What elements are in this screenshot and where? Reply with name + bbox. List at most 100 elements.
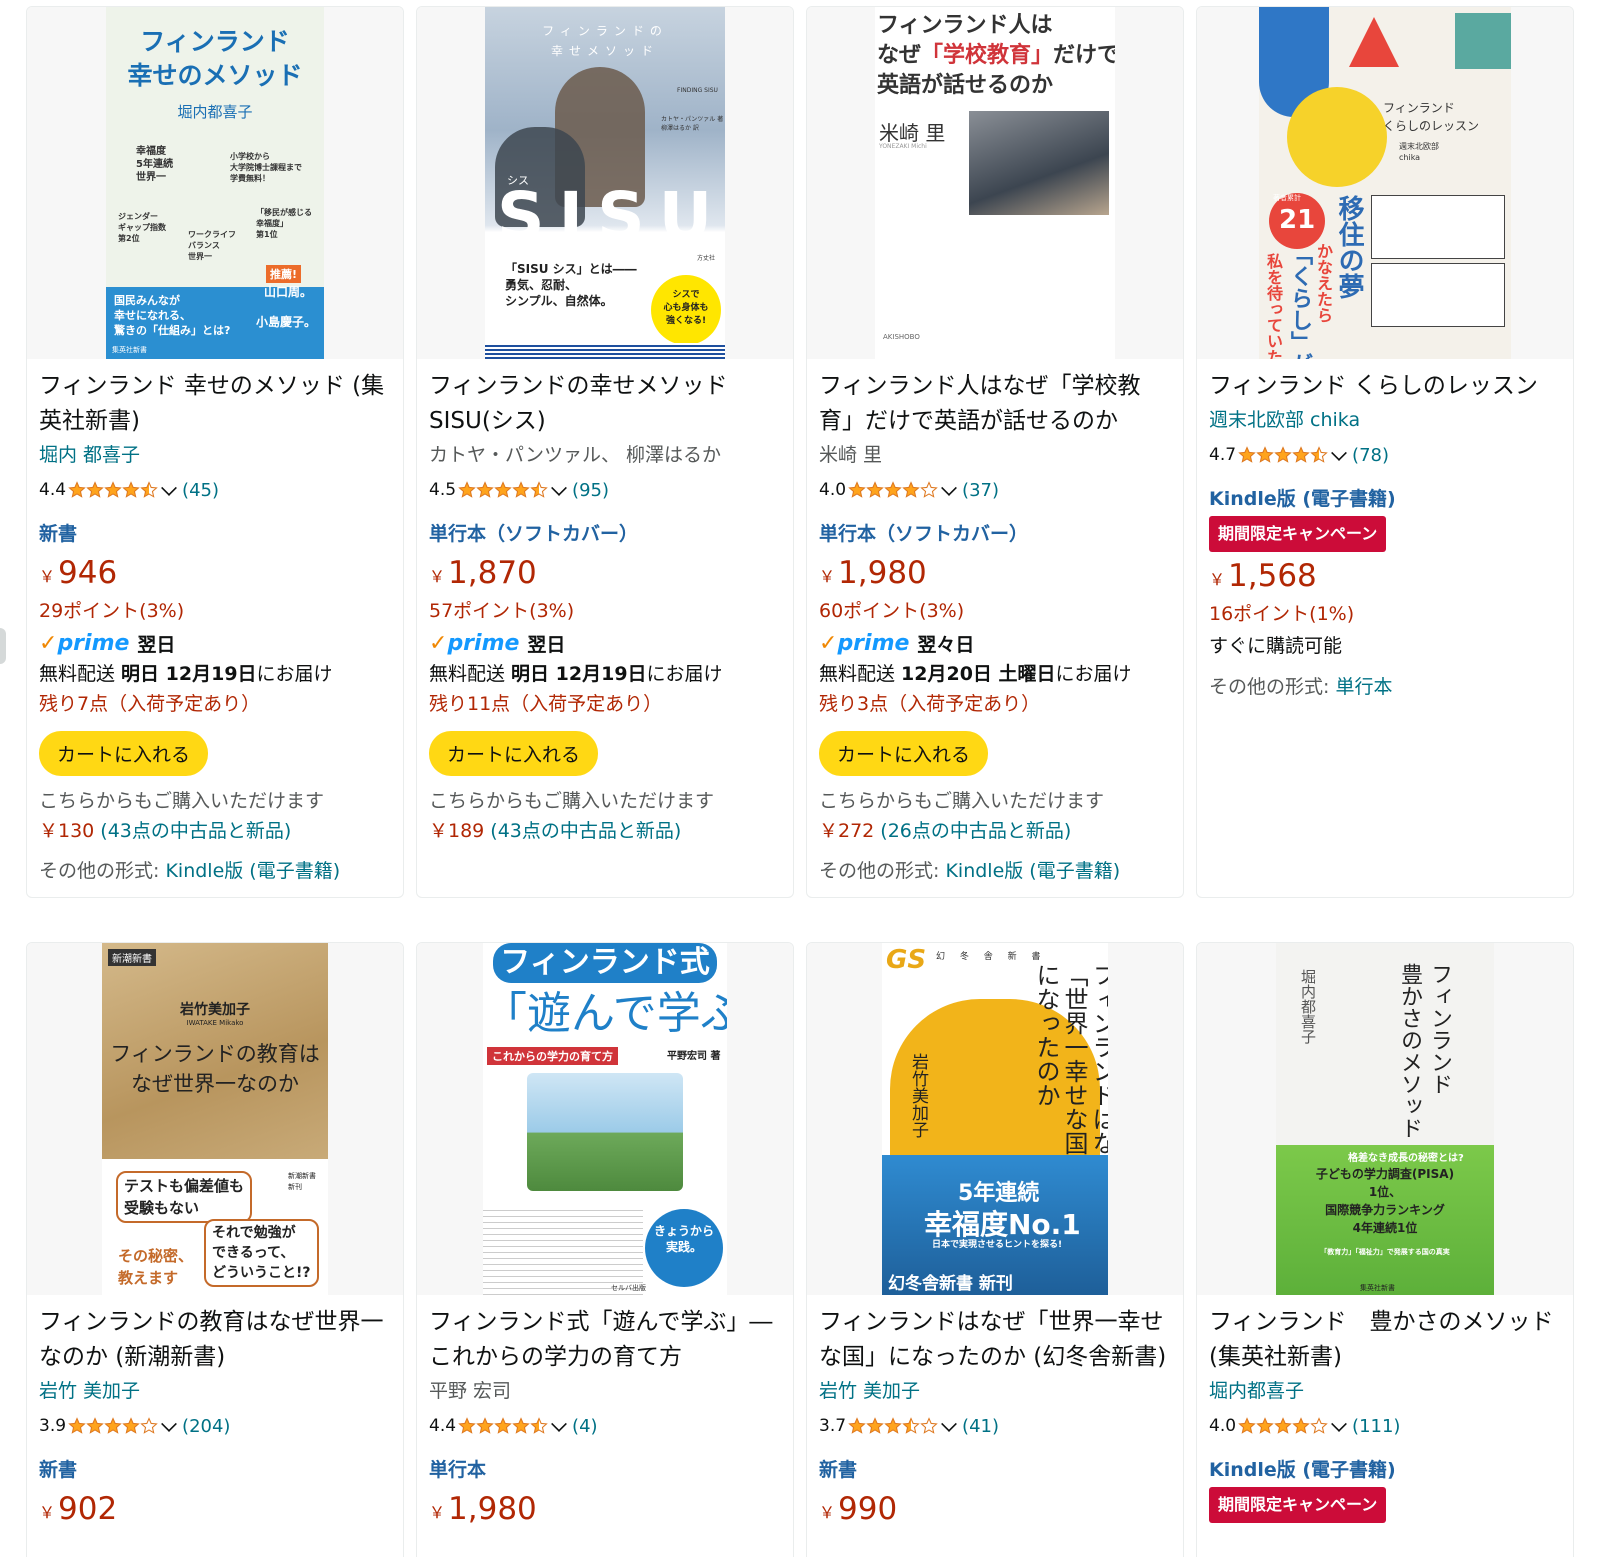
product-title[interactable]: フィンランド くらしのレッスン <box>1209 369 1561 404</box>
product-title[interactable]: フィンランドの教育はなぜ世界一なのか (新潮新書) <box>39 1305 391 1375</box>
product-title[interactable]: フィンランド式「遊んで学ぶ」―これからの学力の育て方 <box>429 1305 781 1375</box>
cover-recommend-tag: 推薦! <box>266 265 302 283</box>
format-link[interactable]: 新書 <box>819 1455 1171 1485</box>
delivery-date: 明日 12月19日 <box>121 663 257 685</box>
price[interactable]: ￥1,568 <box>1209 554 1561 598</box>
price[interactable]: ￥1,980 <box>819 551 1171 595</box>
yen-symbol: ￥ <box>819 1503 836 1522</box>
product-card: GS 幻 冬 舎 新 書 フィンランドはなぜ 「世界一幸せな国」 になったのか … <box>806 942 1184 1557</box>
chevron-down-icon[interactable] <box>551 1416 567 1432</box>
chevron-down-icon[interactable] <box>1331 445 1347 461</box>
product-image-area[interactable]: フィンランド 豊かさのメソッド 堀内都喜子 格差なき成長の秘密とは? 子どもの学… <box>1197 943 1573 1295</box>
other-format-link[interactable]: Kindle版 (電子書籍) <box>165 860 340 882</box>
format-link[interactable]: 単行本（ソフトカバー） <box>819 519 1171 549</box>
book-cover-image[interactable]: フィンランド式 「遊んで学ぶ」 これからの学力の育て方 平野宏司 著 きょうから… <box>483 943 727 1295</box>
format-link[interactable]: 単行本（ソフトカバー） <box>429 519 781 549</box>
star-rating-icon[interactable] <box>848 1417 938 1435</box>
chevron-down-icon[interactable] <box>161 1416 177 1432</box>
book-cover-image[interactable]: GS 幻 冬 舎 新 書 フィンランドはなぜ 「世界一幸せな国」 になったのか … <box>882 943 1108 1295</box>
product-title[interactable]: フィンランド 幸せのメソッド (集英社新書) <box>39 369 391 439</box>
other-format-link[interactable]: 単行本 <box>1335 676 1392 698</box>
review-count-link[interactable]: (111) <box>1352 1416 1400 1437</box>
used-new-offers-link[interactable]: ￥130 (43点の中古品と新品) <box>39 816 391 846</box>
product-image-area[interactable]: フィンランド 幸せのメソッド 堀内都喜子 幸福度 5年連続 世界一 小学校から … <box>27 7 403 359</box>
cover-comic-panel <box>1371 263 1505 327</box>
product-author[interactable]: 堀内都喜子 <box>1209 1375 1561 1407</box>
chevron-down-icon[interactable] <box>941 1416 957 1432</box>
book-cover-image[interactable]: 新潮新書 岩竹美加子 IWATAKE Mikako フィンランドの教育は なぜ世… <box>102 943 328 1295</box>
product-author[interactable]: 岩竹 美加子 <box>39 1375 391 1407</box>
format-link[interactable]: Kindle版 (電子書籍) <box>1209 484 1561 514</box>
product-image-area[interactable]: フィンランドの 幸せメソッド FINDING SISU カトヤ・パンツァル 著 … <box>417 7 793 359</box>
review-count-link[interactable]: (95) <box>572 480 609 501</box>
chevron-down-icon[interactable] <box>1331 1416 1347 1432</box>
book-cover-image[interactable]: フィンランド くらしのレッスン 週末北欧部 chika 著者累計 21 移住の夢… <box>1259 7 1511 359</box>
used-count: (26点の中古品と新品) <box>874 820 1072 842</box>
review-count-link[interactable]: (45) <box>182 480 219 501</box>
format-link[interactable]: 新書 <box>39 519 391 549</box>
star-icon <box>494 1417 512 1434</box>
product-title[interactable]: フィンランドはなぜ「世界一幸せな国」になったのか (幻冬舎新書) <box>819 1305 1171 1375</box>
review-count-link[interactable]: (4) <box>572 1416 598 1437</box>
product-author[interactable]: 堀内 都喜子 <box>39 439 391 471</box>
star-icon <box>1292 1417 1310 1434</box>
rating-row: 3.7 (41) <box>819 1407 1171 1445</box>
prime-delivery-label: 翌々日 <box>917 633 975 656</box>
product-title[interactable]: フィンランド 豊かさのメソッド (集英社新書) <box>1209 1305 1561 1375</box>
product-author[interactable]: 週末北欧部 chika <box>1209 404 1561 436</box>
used-new-offers-link[interactable]: ￥189 (43点の中古品と新品) <box>429 816 781 846</box>
cover-title-line: フィンランド人は <box>877 13 1053 38</box>
star-rating-icon[interactable] <box>458 1417 548 1435</box>
add-to-cart-button[interactable]: カートに入れる <box>39 731 209 776</box>
review-count-link[interactable]: (37) <box>962 480 999 501</box>
price[interactable]: ￥1,870 <box>429 551 781 595</box>
format-link[interactable]: 新書 <box>39 1455 391 1485</box>
star-rating-icon[interactable] <box>1238 1417 1328 1435</box>
book-cover-image[interactable]: フィンランドの 幸せメソッド FINDING SISU カトヤ・パンツァル 著 … <box>485 7 725 359</box>
star-rating-icon[interactable] <box>68 1417 158 1435</box>
add-to-cart-button[interactable]: カートに入れる <box>819 731 989 776</box>
product-image-area[interactable]: 新潮新書 岩竹美加子 IWATAKE Mikako フィンランドの教育は なぜ世… <box>27 943 403 1295</box>
used-new-offers-link[interactable]: ￥272 (26点の中古品と新品) <box>819 816 1171 846</box>
rating-row: 4.5 (95) <box>429 471 781 509</box>
review-count-link[interactable]: (41) <box>962 1416 999 1437</box>
price[interactable]: ￥946 <box>39 551 391 595</box>
product-title[interactable]: フィンランド人はなぜ「学校教育」だけで英語が話せるのか <box>819 369 1171 439</box>
chevron-down-icon[interactable] <box>941 480 957 496</box>
product-card: フィンランド 幸せのメソッド 堀内都喜子 幸福度 5年連続 世界一 小学校から … <box>26 6 404 898</box>
cover-title-part: だけで <box>1053 43 1115 68</box>
price[interactable]: ￥902 <box>39 1487 391 1531</box>
price[interactable]: ￥990 <box>819 1487 1171 1531</box>
cover-band-text: 格差なき成長の秘密とは? <box>1348 1153 1464 1164</box>
product-title[interactable]: フィンランドの幸せメソッド SISU(シス) <box>429 369 781 439</box>
product-image-area[interactable]: フィンランド式 「遊んで学ぶ」 これからの学力の育て方 平野宏司 著 きょうから… <box>417 943 793 1295</box>
chevron-down-icon[interactable] <box>551 480 567 496</box>
cover-big-title: 「遊んで学ぶ」 <box>483 988 727 1039</box>
price[interactable]: ￥1,980 <box>429 1487 781 1531</box>
product-image-area[interactable]: フィンランド くらしのレッスン 週末北欧部 chika 著者累計 21 移住の夢… <box>1197 7 1573 359</box>
star-rating-icon[interactable] <box>68 481 158 499</box>
add-to-cart-button[interactable]: カートに入れる <box>429 731 599 776</box>
chevron-down-icon[interactable] <box>161 480 177 496</box>
format-link[interactable]: Kindle版 (電子書籍) <box>1209 1455 1561 1485</box>
product-author[interactable]: 岩竹 美加子 <box>819 1375 1171 1407</box>
review-count-link[interactable]: (78) <box>1352 445 1389 466</box>
other-format-link[interactable]: Kindle版 (電子書籍) <box>945 860 1120 882</box>
review-count-link[interactable]: (204) <box>182 1416 230 1437</box>
format-link[interactable]: 単行本 <box>429 1455 781 1485</box>
star-icon <box>140 1417 158 1434</box>
star-rating-icon[interactable] <box>848 481 938 499</box>
cover-publisher: 方丈社 <box>697 255 716 262</box>
used-count: (43点の中古品と新品) <box>484 820 682 842</box>
cover-badge: ジェンダー ギャップ指数 第2位 <box>118 212 166 243</box>
star-rating-icon[interactable] <box>458 481 548 499</box>
star-rating-icon[interactable] <box>1238 446 1328 464</box>
cover-title: フィンランドの教育は なぜ世界一なのか <box>110 1042 320 1096</box>
cover-classroom-photo <box>969 111 1109 215</box>
buy-also-label: こちらからもご購入いただけます <box>819 790 1105 812</box>
product-image-area[interactable]: フィンランド人は なぜ「学校教育」だけで 英語が話せるのか 米崎 里 YONEZ… <box>807 7 1183 359</box>
product-image-area[interactable]: GS 幻 冬 舎 新 書 フィンランドはなぜ 「世界一幸せな国」 になったのか … <box>807 943 1183 1295</box>
book-cover-image[interactable]: フィンランド人は なぜ「学校教育」だけで 英語が話せるのか 米崎 里 YONEZ… <box>875 7 1115 359</box>
book-cover-image[interactable]: フィンランド 豊かさのメソッド 堀内都喜子 格差なき成長の秘密とは? 子どもの学… <box>1276 943 1494 1295</box>
book-cover-image[interactable]: フィンランド 幸せのメソッド 堀内都喜子 幸福度 5年連続 世界一 小学校から … <box>106 7 324 359</box>
